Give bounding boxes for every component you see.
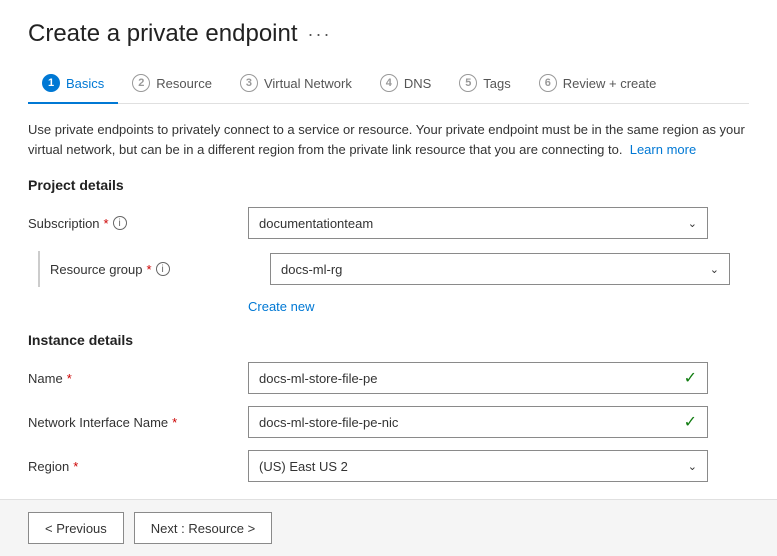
step-tags-label: Tags	[483, 76, 510, 91]
step-resource[interactable]: 2 Resource	[118, 66, 226, 104]
step-dns-label: DNS	[404, 76, 431, 91]
step-review-create-circle: 6	[539, 74, 557, 92]
instance-details-header: Instance details	[28, 332, 749, 348]
next-button[interactable]: Next : Resource >	[134, 512, 272, 544]
subscription-dropdown[interactable]: documentationteam ⌄	[248, 207, 708, 239]
step-resource-circle: 2	[132, 74, 150, 92]
project-details-header: Project details	[28, 177, 749, 193]
name-input[interactable]: docs-ml-store-file-pe ✓	[248, 362, 708, 394]
previous-button[interactable]: < Previous	[28, 512, 124, 544]
resource-group-label: Resource group * i	[50, 262, 270, 277]
info-text: Use private endpoints to privately conne…	[28, 120, 748, 159]
resource-group-dropdown[interactable]: docs-ml-rg ⌄	[270, 253, 730, 285]
wizard-steps: 1 Basics 2 Resource 3 Virtual Network 4 …	[28, 66, 749, 104]
resource-group-value: docs-ml-rg	[281, 262, 342, 277]
main-content: Create a private endpoint ··· 1 Basics 2…	[0, 0, 777, 499]
nic-input-container: docs-ml-store-file-pe-nic ✓	[248, 406, 708, 438]
subscription-value: documentationteam	[259, 216, 373, 231]
step-dns-circle: 4	[380, 74, 398, 92]
subscription-info-icon[interactable]: i	[113, 216, 127, 230]
region-value: (US) East US 2	[259, 459, 348, 474]
subscription-label: Subscription * i	[28, 216, 248, 231]
resource-group-required: *	[147, 262, 152, 277]
indent-bar	[38, 251, 40, 287]
nic-input[interactable]: docs-ml-store-file-pe-nic ✓	[248, 406, 708, 438]
name-value: docs-ml-store-file-pe	[259, 371, 377, 386]
region-input-container: (US) East US 2 ⌄	[248, 450, 708, 482]
region-chevron-icon: ⌄	[688, 460, 697, 473]
nic-required: *	[172, 415, 177, 430]
step-basics-label: Basics	[66, 76, 104, 91]
step-virtual-network-label: Virtual Network	[264, 76, 352, 91]
create-new-link[interactable]: Create new	[248, 299, 749, 314]
page-container: Create a private endpoint ··· 1 Basics 2…	[0, 0, 777, 556]
resource-group-row: Resource group * i docs-ml-rg ⌄	[28, 251, 749, 287]
subscription-input-container: documentationteam ⌄	[248, 207, 708, 239]
subscription-required: *	[104, 216, 109, 231]
region-label: Region *	[28, 459, 248, 474]
nic-valid-icon: ✓	[684, 412, 697, 432]
step-tags-circle: 5	[459, 74, 477, 92]
page-title-ellipsis: ···	[308, 24, 332, 45]
step-review-create-label: Review + create	[563, 76, 657, 91]
region-dropdown[interactable]: (US) East US 2 ⌄	[248, 450, 708, 482]
nic-label: Network Interface Name *	[28, 415, 248, 430]
resource-group-info-icon[interactable]: i	[156, 262, 170, 276]
name-label: Name *	[28, 371, 248, 386]
name-input-container: docs-ml-store-file-pe ✓	[248, 362, 708, 394]
resource-group-chevron-icon: ⌄	[710, 263, 719, 276]
footer: < Previous Next : Resource >	[0, 499, 777, 556]
region-row: Region * (US) East US 2 ⌄	[28, 450, 749, 482]
subscription-row: Subscription * i documentationteam ⌄	[28, 207, 749, 239]
step-virtual-network[interactable]: 3 Virtual Network	[226, 66, 366, 104]
page-title: Create a private endpoint	[28, 20, 298, 48]
learn-more-link[interactable]: Learn more	[630, 142, 696, 157]
name-valid-icon: ✓	[684, 368, 697, 388]
name-row: Name * docs-ml-store-file-pe ✓	[28, 362, 749, 394]
subscription-chevron-icon: ⌄	[688, 217, 697, 230]
step-tags[interactable]: 5 Tags	[445, 66, 524, 104]
step-virtual-network-circle: 3	[240, 74, 258, 92]
region-required: *	[73, 459, 78, 474]
step-basics[interactable]: 1 Basics	[28, 66, 118, 104]
nic-row: Network Interface Name * docs-ml-store-f…	[28, 406, 749, 438]
step-review-create[interactable]: 6 Review + create	[525, 66, 671, 104]
resource-group-input-container: docs-ml-rg ⌄	[270, 253, 730, 285]
nic-value: docs-ml-store-file-pe-nic	[259, 415, 398, 430]
step-dns[interactable]: 4 DNS	[366, 66, 445, 104]
step-basics-circle: 1	[42, 74, 60, 92]
step-resource-label: Resource	[156, 76, 212, 91]
name-required: *	[67, 371, 72, 386]
page-title-row: Create a private endpoint ···	[28, 20, 749, 48]
